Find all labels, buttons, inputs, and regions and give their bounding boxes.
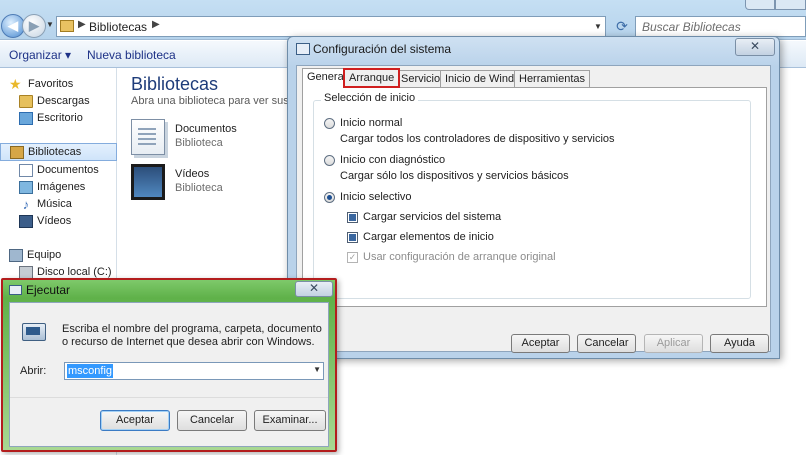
chevron-down-icon[interactable]: ▼ (313, 365, 321, 374)
address-bar[interactable]: ▶ Bibliotecas ▶ (56, 16, 606, 37)
nav-label: Favoritos (28, 78, 74, 90)
dialog-title: Ejecutar (26, 283, 71, 297)
run-icon (9, 285, 22, 295)
help-button[interactable]: Ayuda (710, 334, 769, 353)
run-program-icon (22, 323, 46, 341)
computer-icon (9, 249, 23, 262)
open-label: Abrir: (20, 365, 47, 377)
close-button[interactable]: ✕ (735, 38, 775, 56)
breadcrumb-chevron-icon[interactable]: ▶ (78, 19, 86, 30)
nav-label: Disco local (C:) (37, 266, 112, 278)
address-dropdown-icon[interactable]: ▼ (590, 17, 606, 36)
nav-item-downloads[interactable]: Descargas (0, 93, 117, 111)
search-input[interactable]: Buscar Bibliotecas (635, 16, 806, 37)
option-label: Inicio con diagnóstico (340, 154, 446, 166)
library-icon (10, 146, 24, 159)
run-description: Escriba el nombre del programa, carpeta,… (62, 323, 322, 348)
library-item-documents[interactable]: Documentos Biblioteca (131, 119, 291, 159)
organize-menu[interactable]: Organizar ▾ (9, 48, 71, 62)
dialog-title: Configuración del sistema (313, 42, 452, 56)
radio-normal-startup[interactable] (324, 118, 335, 129)
checkbox-label: Cargar elementos de inicio (363, 231, 494, 243)
msconfig-icon (296, 43, 310, 55)
video-icon (19, 215, 33, 228)
dialog-body: General Arranque Servicios Inicio de Win… (296, 65, 771, 353)
library-name: Vídeos (175, 168, 210, 180)
run-dialog: Ejecutar ✕ Escriba el nombre del program… (1, 278, 337, 452)
option-label: Inicio normal (340, 117, 403, 129)
documents-library-icon (131, 119, 165, 155)
library-kind: Biblioteca (175, 137, 223, 149)
nav-item-music[interactable]: ♪ Música (0, 196, 117, 214)
library-name: Documentos (175, 123, 237, 135)
nav-label: Descargas (37, 95, 90, 107)
radio-selective-startup[interactable] (324, 192, 335, 203)
close-button[interactable]: ✕ (295, 281, 333, 297)
minimize-button[interactable] (745, 0, 775, 10)
tab-tools[interactable]: Herramientas (514, 70, 591, 87)
document-icon (19, 164, 33, 177)
videos-library-icon (131, 164, 165, 200)
dialog-body: Escriba el nombre del programa, carpeta,… (9, 302, 329, 447)
new-library-button[interactable]: Nueva biblioteca (87, 48, 176, 62)
option-description: Cargar todos los controladores de dispos… (340, 133, 615, 145)
nav-label: Vídeos (37, 215, 72, 227)
nav-label: Escritorio (37, 112, 83, 124)
star-icon: ★ (9, 76, 22, 92)
checkbox-startup-items[interactable] (347, 232, 358, 243)
tab-boot[interactable]: Arranque (343, 68, 401, 88)
library-item-videos[interactable]: Vídeos Biblioteca (131, 164, 291, 204)
nav-item-favorites[interactable]: ★ Favoritos (0, 76, 117, 94)
nav-item-videos[interactable]: Vídeos (0, 213, 117, 231)
checkbox-label: Cargar servicios del sistema (363, 211, 502, 223)
image-icon (19, 181, 33, 194)
forward-arrow-icon[interactable]: ▶ (22, 14, 46, 38)
nav-item-documents[interactable]: Documentos (0, 162, 117, 180)
open-input[interactable]: msconfig ▼ (64, 362, 324, 380)
checkbox-label: Usar configuración de arranque original (363, 251, 556, 263)
nav-label: Música (37, 198, 72, 210)
nav-label: Equipo (27, 249, 62, 261)
apply-button[interactable]: Aplicar (644, 334, 703, 353)
nav-label: Documentos (37, 164, 99, 176)
system-config-dialog: Configuración del sistema ✕ General Arra… (287, 36, 780, 359)
tab-page-general: Selección de inicio Inicio normal Cargar… (302, 87, 767, 307)
ok-button[interactable]: Aceptar (100, 410, 170, 431)
desktop-icon (19, 112, 33, 125)
browse-button[interactable]: Examinar... (254, 410, 326, 431)
divider (10, 397, 328, 398)
breadcrumb-chevron-icon[interactable]: ▶ (152, 19, 160, 30)
checkbox-original-boot[interactable]: ✓ (347, 252, 358, 263)
nav-item-desktop[interactable]: Escritorio (0, 110, 117, 128)
group-label: Selección de inicio (321, 92, 419, 104)
breadcrumb-libraries[interactable]: Bibliotecas (89, 20, 147, 34)
address-row: ◀ ▶ ▼ ▶ Bibliotecas ▶ ▼ ⟳ Buscar Bibliot… (0, 0, 806, 40)
cancel-button[interactable]: Cancelar (177, 410, 247, 431)
nav-item-computer[interactable]: Equipo (0, 247, 117, 265)
option-description: Cargar sólo los dispositivos y servicios… (340, 170, 569, 182)
music-note-icon: ♪ (22, 197, 30, 212)
library-kind: Biblioteca (175, 182, 223, 194)
maximize-button[interactable] (775, 0, 806, 10)
library-icon (60, 20, 74, 32)
radio-diagnostic-startup[interactable] (324, 155, 335, 166)
nav-label: Bibliotecas (28, 146, 82, 158)
nav-label: Imágenes (37, 181, 86, 193)
page-title: Bibliotecas (131, 74, 219, 94)
cancel-button[interactable]: Cancelar (577, 334, 636, 353)
downloads-folder-icon (19, 95, 33, 108)
page-subtitle: Abra una biblioteca para ver sus arc (131, 95, 308, 107)
history-dropdown-icon[interactable]: ▼ (46, 20, 56, 29)
checkbox-system-services[interactable] (347, 212, 358, 223)
input-value[interactable]: msconfig (67, 364, 114, 378)
refresh-icon[interactable]: ⟳ (610, 16, 634, 37)
nav-item-images[interactable]: Imágenes (0, 179, 117, 197)
ok-button[interactable]: Aceptar (511, 334, 570, 353)
option-label: Inicio selectivo (340, 191, 412, 203)
nav-item-libraries[interactable]: Bibliotecas (0, 143, 117, 161)
